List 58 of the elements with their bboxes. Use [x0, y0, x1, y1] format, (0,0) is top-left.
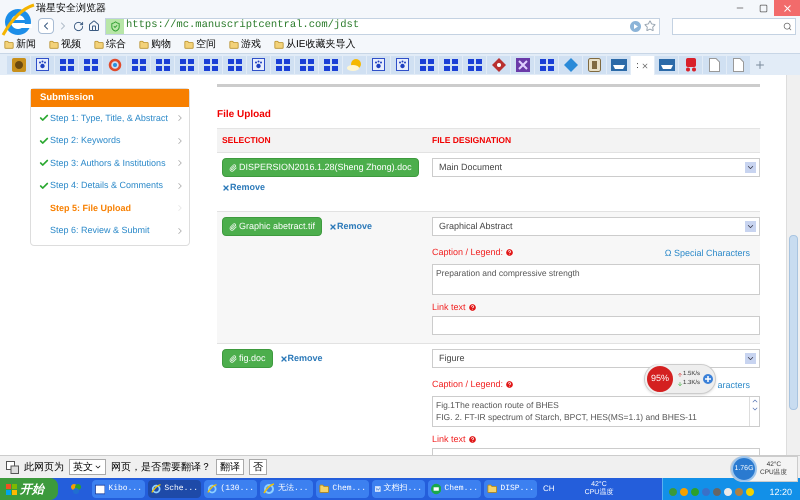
window-title: 瑞星安全浏览器 — [36, 2, 106, 16]
field-label: Caption / Legend: — [432, 246, 504, 259]
step-item[interactable]: Step 5: File Upload — [31, 197, 189, 220]
field-label: Link text — [432, 300, 466, 314]
file-button[interactable]: fig.doc — [222, 349, 273, 368]
caption-textarea[interactable]: Preparation and compressive strength — [432, 264, 760, 294]
designation-select[interactable]: Graphical Abstract — [432, 217, 760, 236]
field-label: Link text — [432, 432, 466, 446]
field-label: Caption / Legend: — [432, 378, 504, 391]
bookmark-link[interactable]: 视频 — [61, 37, 81, 52]
taskbar-button[interactable]: (130... — [204, 480, 257, 498]
translate-prompt: 此网页为 — [24, 460, 64, 474]
taskbar-button[interactable]: Chem... — [316, 480, 369, 498]
language-select[interactable]: 英文 — [69, 459, 106, 475]
remove-link[interactable]: Remove — [329, 220, 372, 234]
bookmark-link[interactable]: 从IE收藏夹导入 — [286, 37, 356, 52]
browser-tab[interactable]: : — [631, 56, 654, 76]
caption-line: Fig.1The reaction route of BHES — [436, 398, 560, 410]
designation-select[interactable]: Figure — [432, 349, 760, 368]
address-bar[interactable]: https://mc.manuscriptcentral.com/jdst — [105, 18, 660, 34]
clock: 12:20 — [769, 487, 792, 497]
translate-button[interactable]: 翻译 — [216, 459, 244, 475]
special-characters-link[interactable]: Ω Special Characters — [664, 247, 750, 260]
start-button[interactable]: 开始 — [0, 478, 58, 500]
caption-line: Preparation and compressive strength — [436, 266, 581, 278]
designation-select[interactable]: Main Document — [432, 158, 760, 177]
url-text: https://mc.manuscriptcentral.com/jdst — [126, 18, 360, 34]
special-characters-link[interactable]: aracters — [717, 379, 750, 392]
step-item[interactable]: Step 6: Review & Submit — [31, 220, 189, 242]
caption-textarea[interactable]: Fig.1The reaction route of BHES FIG. 2. FT-IR spectrum of Starch, BPCT, HES(MS=1.1) and BHES-11 — [432, 396, 760, 426]
section-heading: File Upload — [217, 108, 272, 122]
card-header: Submission — [31, 89, 189, 107]
taskbar-button[interactable]: Chem... — [428, 480, 481, 498]
translate-button[interactable]: 否 — [249, 459, 267, 475]
taskbar-button[interactable]: 文档扫... — [372, 480, 425, 498]
step-item[interactable]: Step 3: Authors & Institutions — [31, 152, 189, 174]
file-button[interactable]: DISPERSION2016.1.28(Sheng Zhong).doc — [222, 158, 419, 177]
bookmark-link[interactable]: 新闻 — [16, 37, 36, 52]
bookmark-link[interactable]: 综合 — [106, 37, 126, 52]
step-item[interactable]: Step 2: Keywords — [31, 130, 189, 152]
taskbar-button[interactable]: Sche... — [148, 480, 201, 498]
remove-link[interactable]: Remove — [280, 352, 323, 366]
bookmark-link[interactable]: 空间 — [196, 37, 216, 52]
memory-gauge: 95% — [645, 364, 675, 394]
column-header: FILE DESIGNATION — [431, 134, 512, 147]
input-language[interactable]: CH — [543, 483, 555, 495]
remove-link[interactable]: Remove — [222, 181, 266, 194]
bookmark-link[interactable]: 购物 — [151, 37, 171, 52]
file-button[interactable]: Graphic abetract.tif — [222, 217, 322, 236]
taskbar-button[interactable]: 无法... — [260, 480, 313, 498]
step-item[interactable]: Step 1: Type, Title, & Abstract — [31, 107, 189, 130]
bookmark-link[interactable]: 游戏 — [241, 37, 261, 52]
taskbar-button[interactable]: Kibo... — [92, 480, 145, 498]
step-item[interactable]: Step 4: Details & Comments — [31, 174, 189, 197]
taskbar-button[interactable]: DISP... — [484, 480, 537, 498]
caption-line: FIG. 2. FT-IR spectrum of Starch, BPCT, HES(MS=1.1) and BHES-11 — [436, 410, 698, 422]
translate-prompt: 网页，是否需要翻译？ — [111, 460, 211, 474]
column-header: SELECTION — [221, 134, 272, 147]
